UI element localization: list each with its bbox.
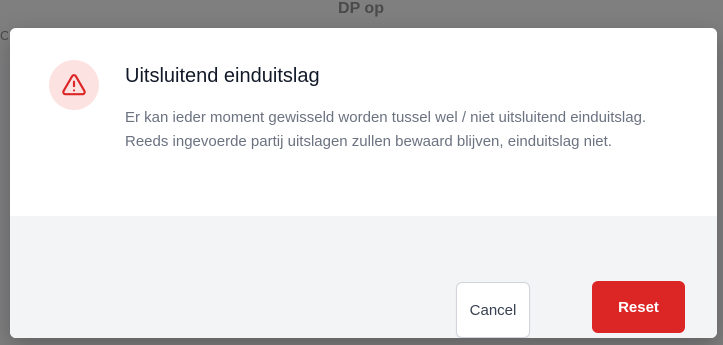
background-page-title: DP op <box>338 2 384 17</box>
warning-triangle-icon <box>62 74 86 96</box>
dialog-title: Uitsluitend einduitslag <box>125 65 320 87</box>
cancel-button[interactable]: Cancel <box>456 282 530 338</box>
dialog-message: Er kan ieder moment gewisseld worden tus… <box>125 109 647 150</box>
dialog-body: Uitsluitend einduitslag Er kan ieder mom… <box>10 28 717 216</box>
confirm-dialog: Uitsluitend einduitslag Er kan ieder mom… <box>10 28 717 338</box>
warning-icon-badge <box>49 60 99 110</box>
dialog-footer: Cancel Reset <box>10 216 717 338</box>
reset-button[interactable]: Reset <box>592 281 685 333</box>
background-edge-text: Ca <box>0 28 8 43</box>
